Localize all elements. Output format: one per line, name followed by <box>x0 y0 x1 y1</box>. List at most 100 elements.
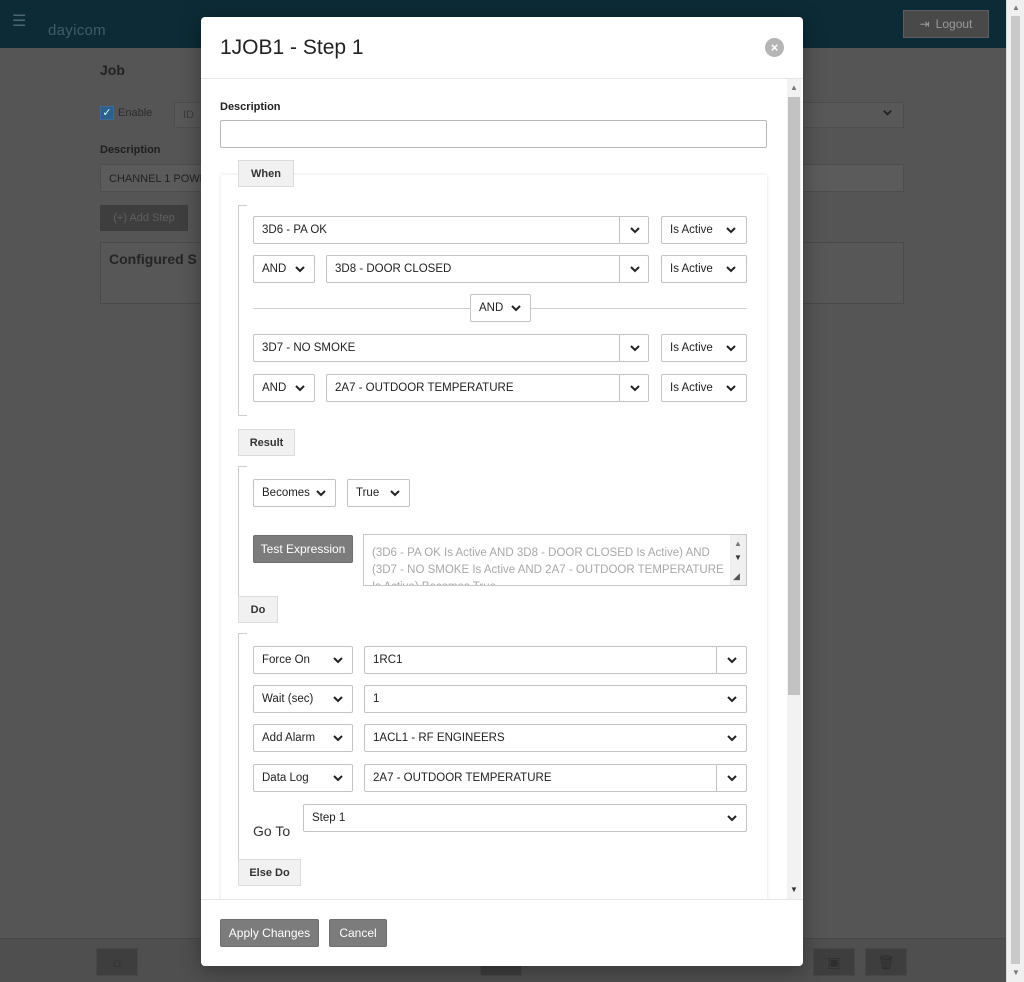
scroll-down-icon[interactable]: ▼ <box>734 553 742 562</box>
group-operator-select[interactable]: AND <box>470 294 531 322</box>
select-divider <box>619 256 620 282</box>
logout-label: Logout <box>935 17 973 31</box>
apply-changes-button[interactable]: Apply Changes <box>220 919 319 947</box>
description-field-bg-right <box>800 164 904 192</box>
modal-scrollbar[interactable]: ▲ ▼ <box>787 79 801 899</box>
logout-button[interactable]: ⇥ Logout <box>903 10 989 38</box>
chevron-down-icon <box>725 263 737 275</box>
enable-checkbox[interactable]: ✓ Enable <box>100 106 152 120</box>
do-action-value-3: Add Alarm <box>262 732 316 744</box>
do-action-select-2[interactable]: Wait (sec) <box>253 685 353 713</box>
window-scrollbar[interactable]: ▲ ▼ <box>1006 0 1024 982</box>
id-field[interactable]: ID <box>174 102 204 128</box>
configured-steps-panel-right <box>800 242 904 304</box>
when-input-value-3: 3D7 - NO SMOKE <box>262 342 356 354</box>
do-target-select-4[interactable]: 2A7 - OUTDOOR TEMPERATURE <box>364 764 747 792</box>
modal-header: 1JOB1 - Step 1 × <box>201 17 803 79</box>
home-icon: ⌂ <box>112 954 122 970</box>
description-input[interactable] <box>220 120 767 148</box>
when-bracket <box>238 205 247 416</box>
close-icon[interactable]: × <box>765 38 784 57</box>
when-state-value-1: Is Active <box>670 224 713 236</box>
when-state-value-4: Is Active <box>670 382 713 394</box>
when-input-select-4[interactable]: 2A7 - OUTDOOR TEMPERATURE <box>326 374 649 402</box>
chevron-down-icon <box>315 487 327 499</box>
select-divider <box>716 647 717 673</box>
when-input-select-3[interactable]: 3D7 - NO SMOKE <box>253 334 649 362</box>
chevron-down-icon <box>629 342 641 354</box>
expression-textarea[interactable]: (3D6 - PA OK Is Active AND 3D8 - DOOR CL… <box>363 534 747 586</box>
description-label: Description <box>220 101 281 113</box>
test-expression-button[interactable]: Test Expression <box>253 535 353 563</box>
chevron-down-icon <box>629 263 641 275</box>
goto-select[interactable]: Step 1 <box>303 804 747 832</box>
scroll-down-icon[interactable]: ▼ <box>1012 968 1020 977</box>
when-input-select-2[interactable]: 3D8 - DOOR CLOSED <box>326 255 649 283</box>
delete-button[interactable]: 🗑 <box>865 948 907 976</box>
hamburger-menu-icon[interactable]: ☰ <box>12 14 30 30</box>
select-divider <box>619 217 620 243</box>
chevron-down-icon <box>725 342 737 354</box>
when-input-value-1: 3D6 - PA OK <box>262 224 327 236</box>
modal-body: Description When 3D6 - PA OK Is Active A… <box>201 79 803 899</box>
when-input-select-1[interactable]: 3D6 - PA OK <box>253 216 649 244</box>
scroll-up-icon[interactable]: ▲ <box>790 83 798 92</box>
chevron-down-icon <box>726 772 738 784</box>
background-select[interactable] <box>800 102 904 128</box>
becomes-select[interactable]: Becomes <box>253 479 336 507</box>
modal-scrollbar-thumb[interactable] <box>788 97 800 695</box>
select-divider <box>619 375 620 401</box>
window-scrollbar-thumb[interactable] <box>1011 16 1020 964</box>
result-section-label: Result <box>238 429 295 456</box>
home-button[interactable]: ⌂ <box>96 948 138 976</box>
do-bracket <box>238 633 247 865</box>
do-target-select-1[interactable]: 1RC1 <box>364 646 747 674</box>
when-state-value-2: Is Active <box>670 263 713 275</box>
chevron-down-icon <box>725 224 737 236</box>
expression-text: (3D6 - PA OK Is Active AND 3D8 - DOOR CL… <box>372 547 724 585</box>
resize-handle-icon[interactable]: ◢ <box>733 571 740 582</box>
do-action-select-4[interactable]: Data Log <box>253 764 353 792</box>
when-state-select-3[interactable]: Is Active <box>661 334 747 362</box>
when-state-select-4[interactable]: Is Active <box>661 374 747 402</box>
textarea-scrollbar[interactable]: ▲ ▼ ◢ <box>730 535 746 585</box>
modal-title: 1JOB1 - Step 1 <box>220 36 364 59</box>
do-action-value-2: Wait (sec) <box>262 693 314 705</box>
when-input-value-2: 3D8 - DOOR CLOSED <box>335 263 452 275</box>
do-target-value-4: 2A7 - OUTDOOR TEMPERATURE <box>373 772 552 784</box>
chevron-down-icon <box>332 772 344 784</box>
chevron-down-icon <box>332 654 344 666</box>
do-action-value-4: Data Log <box>262 772 309 784</box>
description-label-bg: Description <box>100 144 161 156</box>
configured-steps-title: Configured S <box>109 251 197 267</box>
when-operator-select-2[interactable]: AND <box>253 255 315 283</box>
chevron-down-icon <box>726 654 738 666</box>
when-operator-select-4[interactable]: AND <box>253 374 315 402</box>
result-value-select[interactable]: True <box>347 479 410 507</box>
do-target-value-3: 1ACL1 - RF ENGINEERS <box>373 732 505 744</box>
scroll-up-icon[interactable]: ▲ <box>1012 3 1020 12</box>
do-section-label: Do <box>238 596 278 623</box>
scroll-up-icon[interactable]: ▲ <box>734 539 742 548</box>
do-action-select-1[interactable]: Force On <box>253 646 353 674</box>
chevron-down-icon <box>629 224 641 236</box>
add-step-button[interactable]: (+) Add Step <box>100 205 188 231</box>
trash-icon: 🗑 <box>877 953 895 970</box>
result-bracket <box>238 466 247 600</box>
cancel-button[interactable]: Cancel <box>329 919 387 947</box>
when-state-select-2[interactable]: Is Active <box>661 255 747 283</box>
do-target-select-2[interactable]: 1 <box>364 685 747 713</box>
chevron-down-icon <box>725 382 737 394</box>
chevron-down-icon <box>726 693 738 705</box>
chevron-down-icon <box>629 382 641 394</box>
do-action-select-3[interactable]: Add Alarm <box>253 724 353 752</box>
do-target-value-1: 1RC1 <box>373 654 403 666</box>
when-state-select-1[interactable]: Is Active <box>661 216 747 244</box>
description-field-bg[interactable]: CHANNEL 1 POWE <box>100 164 202 192</box>
scroll-down-icon[interactable]: ▼ <box>790 885 798 894</box>
do-target-select-3[interactable]: 1ACL1 - RF ENGINEERS <box>364 724 747 752</box>
goto-value: Step 1 <box>312 812 346 824</box>
goto-label: Go To <box>253 823 291 839</box>
when-section-label: When <box>238 160 294 187</box>
save-button[interactable]: ▣ <box>813 948 855 976</box>
